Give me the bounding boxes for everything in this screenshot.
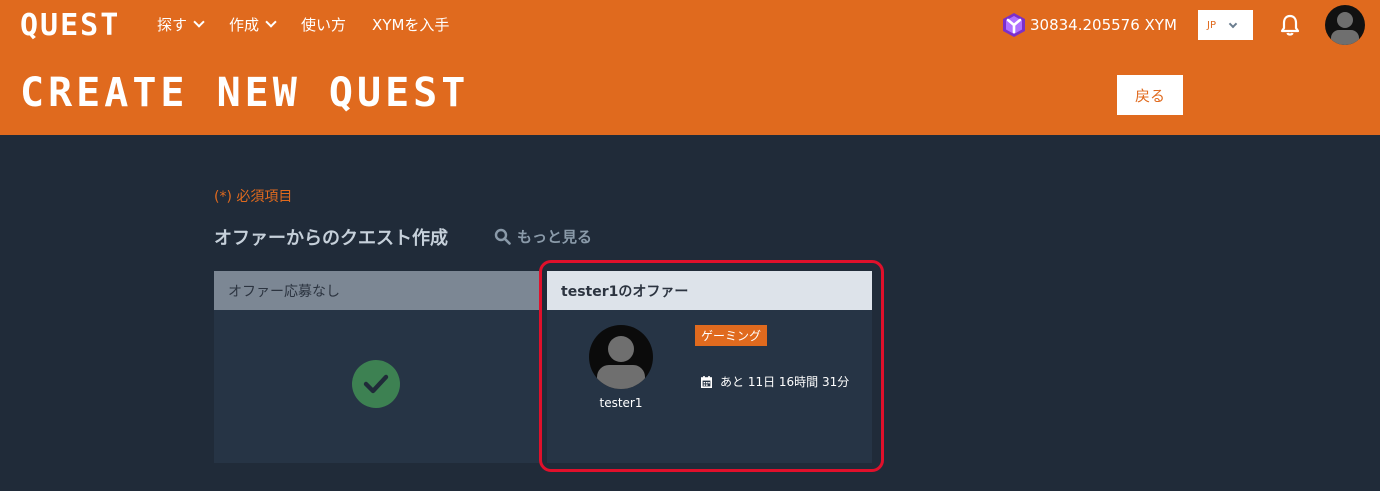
selection-highlight bbox=[539, 260, 884, 472]
offer-card-none[interactable]: オファー応募なし bbox=[214, 271, 539, 463]
language-select[interactable]: JP bbox=[1198, 10, 1253, 40]
nav-create[interactable]: 作成 bbox=[229, 14, 277, 35]
nav-explore-label: 探す bbox=[157, 16, 188, 34]
user-silhouette-icon bbox=[1331, 12, 1359, 45]
nav-howto[interactable]: 使い方 bbox=[301, 14, 346, 35]
nav-create-label: 作成 bbox=[229, 16, 260, 34]
chevron-down-icon bbox=[193, 16, 205, 28]
main-nav: 探す 作成 使い方 XYMを入手 bbox=[157, 14, 475, 35]
back-button[interactable]: 戻る bbox=[1117, 75, 1183, 115]
wallet-balance[interactable]: 30834.205576 XYM bbox=[1002, 12, 1177, 38]
app-logo[interactable]: QUEST bbox=[20, 8, 120, 43]
nav-get-xym[interactable]: XYMを入手 bbox=[372, 14, 449, 35]
nav-howto-label: 使い方 bbox=[301, 16, 347, 34]
nav-get-xym-label: XYMを入手 bbox=[372, 16, 450, 34]
language-value: JP bbox=[1207, 19, 1216, 31]
symbol-logo-icon bbox=[1003, 13, 1025, 37]
user-avatar[interactable] bbox=[1325, 5, 1365, 45]
chevron-down-icon bbox=[1228, 19, 1238, 28]
see-more-label: もっと見る bbox=[517, 228, 593, 246]
search-icon bbox=[494, 228, 511, 245]
check-circle-icon bbox=[352, 360, 400, 408]
page-title: CREATE NEW QUEST bbox=[20, 70, 470, 116]
balance-value: 30834.205576 XYM bbox=[1030, 16, 1177, 34]
app-header: QUEST 探す 作成 使い方 XYMを入手 30834.205576 XYM … bbox=[0, 0, 1380, 135]
chevron-down-icon bbox=[265, 16, 277, 28]
section-title: オファーからのクエスト作成 bbox=[214, 228, 448, 249]
bell-icon[interactable] bbox=[1279, 13, 1301, 41]
see-more-link[interactable]: もっと見る bbox=[494, 226, 592, 247]
card-header: オファー応募なし bbox=[214, 271, 539, 310]
nav-explore[interactable]: 探す bbox=[157, 14, 205, 35]
required-fields-note: (*) 必須項目 bbox=[214, 189, 293, 205]
